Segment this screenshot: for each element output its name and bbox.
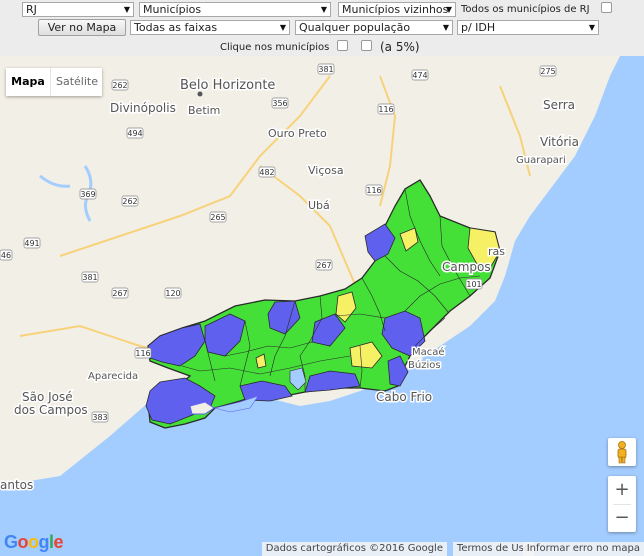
svg-text:356: 356 [272,99,287,108]
svg-text:491: 491 [24,239,39,248]
state-select[interactable]: RJ ▼ [22,2,134,17]
population-select[interactable]: Qualquer população ▼ [295,20,453,35]
svg-text:275: 275 [540,67,555,76]
svg-text:267: 267 [112,289,127,298]
map-attribution: Dados cartográficos ©2016 Google [261,542,447,556]
city-marker [197,91,203,97]
svg-text:116: 116 [378,105,393,114]
place-aparecida: Aparecida [88,371,138,382]
svg-text:262: 262 [112,81,127,90]
tab-map[interactable]: Mapa [6,68,50,96]
view-on-map-button[interactable]: Ver no Mapa [38,19,126,36]
tab-satellite[interactable]: Satélite [50,68,103,96]
svg-text:381: 381 [318,65,333,74]
zoom-in-button[interactable]: + [608,476,636,504]
all-municipalities-label: Todos os municípios de RJ [461,4,590,15]
place-uba: Ubá [308,199,330,212]
place-santos: antos [0,478,33,492]
place-serra: Serra [543,98,575,112]
all-municipalities-checkbox[interactable] [601,2,612,13]
five-percent-checkbox[interactable] [361,40,372,51]
svg-text:267: 267 [316,261,331,270]
svg-text:383: 383 [92,413,107,422]
river [39,174,71,188]
svg-text:101: 101 [466,280,481,289]
pegman-icon [617,441,627,464]
highway [59,75,331,257]
chevron-down-icon: ▼ [445,5,452,14]
chevron-down-icon: ▼ [279,23,286,32]
street-view-pegman[interactable] [608,438,636,466]
place-vicosa: Viçosa [308,164,344,177]
range-select[interactable]: Todas as faixas ▼ [130,20,290,35]
filter-toolbar: RJ ▼ Municípios ▼ Municípios vizinhos ▼ Tod… [0,0,644,56]
click-municipalities-checkbox[interactable] [337,40,348,51]
chevron-down-icon: ▼ [588,23,595,32]
place-vitoria: Vitória [540,135,579,149]
place-betim: Betim [188,104,220,117]
neighbors-select[interactable]: Municípios vizinhos ▼ [338,2,456,17]
zoom-out-button[interactable]: − [608,504,636,532]
svg-text:265: 265 [210,213,225,222]
place-macae: Macaé [412,346,445,358]
chevron-down-icon: ▼ [320,5,327,14]
chevron-down-icon: ▼ [442,23,449,32]
svg-text:369: 369 [80,190,95,199]
svg-text:381: 381 [82,273,97,282]
place-dos-campos: dos Campos [14,403,88,417]
highway [259,165,361,297]
place-campos: Campos [442,260,491,274]
svg-text:494: 494 [127,129,142,138]
map-canvas[interactable]: 381 474 275 262 494 356 116 369 262 482 … [0,56,644,556]
place-ouro-preto: Ouro Preto [268,127,327,140]
svg-text:116: 116 [366,186,381,195]
svg-text:46: 46 [1,251,11,260]
place-sao-jose: São José [22,390,73,404]
map-type-control: Mapa Satélite [6,68,102,96]
svg-text:474: 474 [412,71,427,80]
indicator-select[interactable]: p/ IDH ▼ [457,20,599,35]
svg-text:116: 116 [135,349,150,358]
place-divinopolis: Divinópolis [110,101,176,115]
place-ras: ras [488,245,505,258]
level-select[interactable]: Municípios ▼ [139,2,331,17]
click-municipalities-label: Clique nos municípios [220,42,330,53]
place-belo-horizonte: Belo Horizonte [180,78,275,93]
svg-text:120: 120 [165,289,180,298]
five-percent-label: (a 5%) [380,40,420,54]
google-logo: Google [4,532,64,552]
place-cabo-frio: Cabo Frio [376,390,432,404]
svg-text:262: 262 [122,197,137,206]
zoom-control: + − [608,476,636,532]
map-view[interactable]: 381 474 275 262 494 356 116 369 262 482 … [0,56,644,556]
place-buzios: Búzios [408,359,441,371]
svg-text:482: 482 [259,168,274,177]
place-guarapari: Guarapari [516,155,566,166]
report-error-link[interactable]: Informar erro no mapa [522,542,644,556]
chevron-down-icon: ▼ [123,5,130,14]
